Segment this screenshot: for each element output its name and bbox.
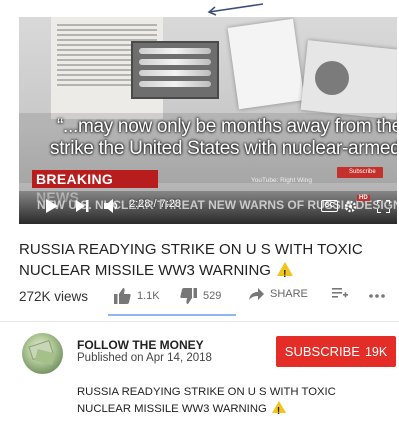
volume-icon[interactable]: [103, 197, 121, 215]
more-dots-icon: [369, 294, 385, 298]
fullscreen-icon[interactable]: [375, 197, 391, 215]
more-options-button[interactable]: [369, 294, 385, 298]
top-crop-area: [0, 0, 399, 17]
subscribe-label: SUBSCRIBE: [284, 344, 360, 359]
thumbs-up-icon: [114, 288, 131, 304]
video-player[interactable]: “...may now only be months away from the…: [19, 17, 397, 224]
play-icon[interactable]: [45, 197, 59, 215]
video-subscribe-chip: Subscribe: [337, 167, 383, 178]
description-line-1: RUSSIA READYING STRIKE ON U S WITH TOXIC: [77, 386, 336, 398]
like-button[interactable]: 1.1K: [114, 288, 160, 304]
publish-date: Published on Apr 14, 2018: [77, 352, 212, 364]
add-to-playlist-button[interactable]: [332, 288, 348, 300]
captions-button[interactable]: CC: [321, 200, 338, 212]
video-frame-paper-2: [227, 18, 305, 110]
subscribe-button[interactable]: SUBSCRIBE 19K: [276, 336, 396, 367]
channel-name[interactable]: FOLLOW THE MONEY: [77, 338, 204, 352]
video-title: RUSSIA READYING STRIKE ON U S WITH TOXIC…: [19, 239, 391, 285]
subscriber-count: 19K: [364, 344, 388, 359]
playlist-add-icon: [332, 288, 348, 298]
annotation-arrow: [207, 3, 264, 16]
video-frame-missiles-image: [131, 41, 219, 99]
next-icon[interactable]: [75, 197, 89, 215]
settings-gear-icon[interactable]: [343, 197, 357, 215]
video-caption-line-1: “...may now only be months away from the…: [57, 116, 397, 137]
like-ratio-bar: [108, 314, 236, 316]
hd-badge: HD: [357, 195, 370, 201]
thumbs-down-icon: [180, 288, 197, 304]
video-caption-line-2: strike the United States with nuclear-ar…: [50, 138, 397, 159]
description-line-2: NUCLEAR MISSILE WW3 WARNING: [77, 403, 267, 415]
video-frame-seal: [315, 61, 349, 95]
description-line-2-wrap: NUCLEAR MISSILE WW3 WARNING: [77, 401, 377, 420]
dislike-button[interactable]: 529: [180, 288, 221, 304]
channel-avatar[interactable]: [22, 333, 63, 374]
video-time: 2:28 / 7:28: [129, 198, 181, 210]
share-button[interactable]: SHARE: [249, 288, 308, 300]
divider: [0, 321, 399, 322]
share-arrow-icon: [249, 288, 264, 300]
dislike-count: 529: [203, 290, 222, 302]
video-description: RUSSIA READYING STRIKE ON U S WITH TOXIC…: [77, 384, 377, 420]
warning-icon: [277, 262, 294, 285]
video-title-text: RUSSIA READYING STRIKE ON U S WITH TOXIC…: [19, 241, 363, 279]
view-count: 272K views: [19, 289, 89, 304]
share-label: SHARE: [270, 288, 308, 300]
breaking-news-badge: BREAKING NEWS: [32, 170, 158, 205]
video-source-label: YouTube: Right Wing: [251, 177, 312, 184]
like-count: 1.1K: [137, 290, 160, 302]
warning-icon: [271, 401, 286, 420]
